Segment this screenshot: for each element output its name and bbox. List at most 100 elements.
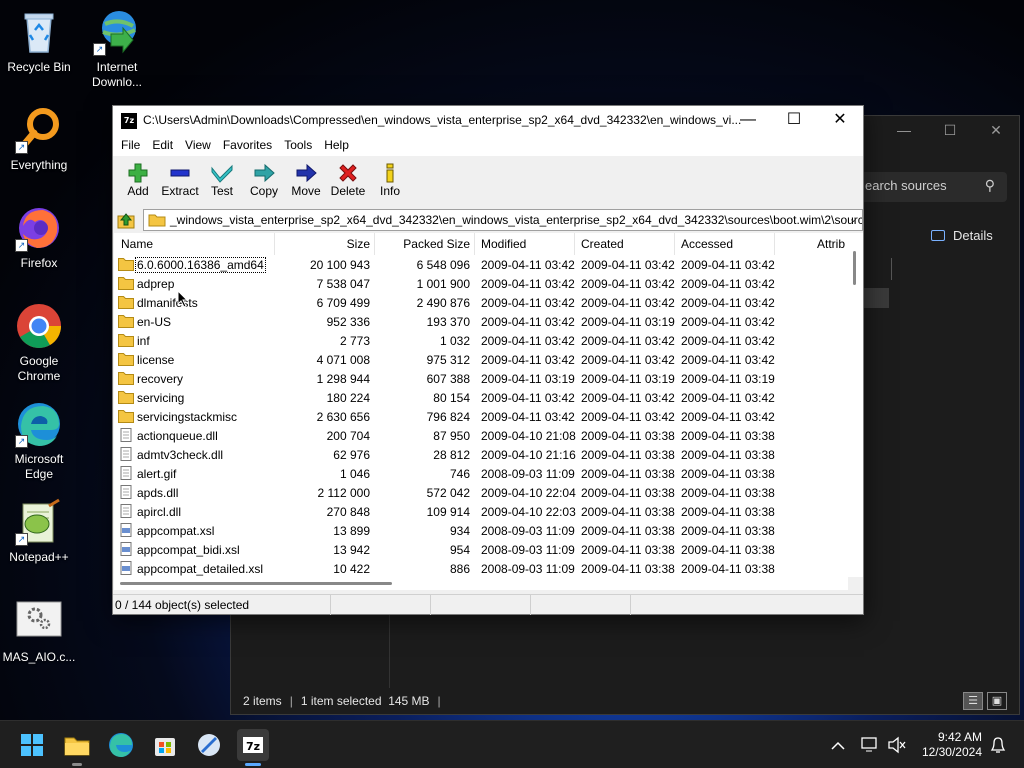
copy-label: Copy <box>249 184 278 198</box>
table-row[interactable]: admtv3check.dll 62 976 28 812 2009-04-10 21… <box>114 445 848 464</box>
table-row[interactable]: alert.gif 1 046 746 2008-09-03 11:09 2009-04… <box>114 464 848 483</box>
accessed-date: 2009-04-11 03:38 <box>681 543 775 557</box>
scroll-thumb[interactable] <box>853 251 856 285</box>
table-row[interactable]: appcompat_bidi.xsl 13 942 954 2008-09-03 11… <box>114 540 848 559</box>
accessed-date: 2009-04-11 03:42 <box>681 315 775 329</box>
table-row[interactable]: appcompat.xsl 13 899 934 2008-09-03 11:09 20… <box>114 521 848 540</box>
menu-favorites[interactable]: Favorites <box>217 136 278 156</box>
table-row[interactable]: adprep 7 538 047 1 001 900 2009-04-11 03:42… <box>114 274 848 293</box>
info-icon <box>369 162 411 184</box>
volume-muted-icon[interactable] <box>886 721 906 768</box>
table-row[interactable]: servicingstackmisc 2 630 656 796 824 2009-0… <box>114 407 848 426</box>
folder-icon <box>118 352 134 366</box>
maximize-button[interactable]: ☐ <box>927 122 973 139</box>
add-button[interactable]: Add <box>117 156 159 208</box>
system-clock[interactable]: 9:42 AM 12/30/2024 <box>916 730 982 760</box>
file-list[interactable]: Name Size Packed Size Modified Created A… <box>114 233 848 577</box>
close-button[interactable]: ✕ <box>817 106 863 136</box>
menu-help[interactable]: Help <box>318 136 355 156</box>
taskbar-internet-download-manager[interactable] <box>193 729 225 761</box>
menu-edit[interactable]: Edit <box>146 136 179 156</box>
tiles-view-icon[interactable]: ▣ <box>987 692 1007 710</box>
accessed-date: 2009-04-11 03:19 <box>681 372 775 386</box>
file-size: 6 709 499 <box>316 296 370 310</box>
shortcut-arrow-icon: ↗ <box>15 141 28 154</box>
table-row[interactable]: appcompat_detailed.xsl 10 422 886 2008-09-0… <box>114 559 848 577</box>
table-row[interactable]: actionqueue.dll 200 704 87 950 2009-04-10 2… <box>114 426 848 445</box>
minimize-button[interactable]: — <box>725 106 771 136</box>
minimize-button[interactable]: — <box>881 122 927 139</box>
column-header-created[interactable]: Created <box>581 237 624 251</box>
idm-globe-icon: ↗ <box>93 8 141 56</box>
desktop-icon-notepad-plus-plus[interactable]: ↗ Notepad++ <box>0 498 78 565</box>
file-size: 270 848 <box>326 505 370 519</box>
7zip-file-manager-window[interactable]: 7z C:\Users\Admin\Downloads\Compressed\e… <box>112 105 864 615</box>
start-button[interactable] <box>16 729 48 761</box>
horizontal-scrollbar[interactable] <box>114 577 848 590</box>
delete-button[interactable]: Delete <box>327 156 369 208</box>
table-row[interactable]: servicing 180 224 80 154 2009-04-11 03:42 20… <box>114 388 848 407</box>
address-path-field[interactable]: _windows_vista_enterprise_sp2_x64_dvd_34… <box>143 209 863 231</box>
desktop-icon-google-chrome[interactable]: Google Chrome <box>0 302 78 384</box>
table-row[interactable]: apircl.dll 270 848 109 914 2009-04-10 22:03… <box>114 502 848 521</box>
table-row[interactable]: 6.0.6000.16386_amd64 20 100 943 6 548 096 2… <box>114 255 848 274</box>
table-row[interactable]: license 4 071 008 975 312 2009-04-11 03:42 2… <box>114 350 848 369</box>
desktop-icon-internet-download-manager[interactable]: ↗ Internet Downlo... <box>78 8 156 90</box>
table-row[interactable]: dlmanifests 6 709 499 2 490 876 2009-04-11 … <box>114 293 848 312</box>
vertical-scrollbar[interactable] <box>848 233 863 577</box>
chevron-down-icon[interactable]: ⌄ <box>849 212 858 225</box>
up-folder-icon[interactable] <box>117 211 135 229</box>
taskbar-microsoft-store[interactable] <box>149 729 181 761</box>
explorer-search-box[interactable]: earch sources ⚲ <box>859 172 1007 202</box>
folder-icon <box>118 409 134 423</box>
menu-view[interactable]: View <box>179 136 217 156</box>
chrome-icon <box>15 302 63 350</box>
details-pane-button[interactable]: Details <box>931 228 993 243</box>
title-bar[interactable]: 7z C:\Users\Admin\Downloads\Compressed\e… <box>113 106 863 136</box>
file-icon <box>118 466 134 480</box>
file-name: appcompat_bidi.xsl <box>137 543 240 557</box>
move-button[interactable]: Move <box>285 156 327 208</box>
column-header-modified[interactable]: Modified <box>481 237 526 251</box>
info-button[interactable]: Info <box>369 156 411 208</box>
file-size: 4 071 008 <box>316 353 370 367</box>
file-size: 952 336 <box>326 315 370 329</box>
column-header-name[interactable]: Name <box>121 237 153 251</box>
taskbar-7zip[interactable]: 7z <box>237 729 269 766</box>
table-row[interactable]: apds.dll 2 112 000 572 042 2009-04-10 22:04… <box>114 483 848 502</box>
scroll-thumb[interactable] <box>120 582 392 585</box>
table-row[interactable]: en-US 952 336 193 370 2009-04-11 03:42 2009-… <box>114 312 848 331</box>
search-icon[interactable]: ⚲ <box>985 177 995 194</box>
desktop-icon-everything[interactable]: ↗ Everything <box>0 106 78 173</box>
file-icon <box>118 428 134 442</box>
column-header-size[interactable]: Size <box>347 237 370 251</box>
menu-file[interactable]: File <box>115 136 146 156</box>
network-icon[interactable] <box>860 721 880 768</box>
close-button[interactable]: ✕ <box>973 122 1019 139</box>
bell-icon <box>990 737 1006 753</box>
column-header-packed-size[interactable]: Packed Size <box>403 237 470 251</box>
column-header-accessed[interactable]: Accessed <box>681 237 733 251</box>
desktop-icon-firefox[interactable]: ↗ Firefox <box>0 204 78 271</box>
table-row[interactable]: recovery 1 298 944 607 388 2009-04-11 03:19… <box>114 369 848 388</box>
details-view-icon[interactable]: ☰ <box>963 692 983 710</box>
accessed-date: 2009-04-11 03:38 <box>681 524 775 538</box>
file-name: appcompat_detailed.xsl <box>137 562 264 576</box>
column-header-attrib[interactable]: Attrib <box>817 237 845 251</box>
copy-button[interactable]: Copy <box>243 156 285 208</box>
taskbar-file-explorer[interactable] <box>61 729 93 766</box>
desktop-icon-mas-aio[interactable]: MAS_AIO.c... <box>0 598 78 665</box>
desktop-icon-microsoft-edge[interactable]: ↗ Microsoft Edge <box>0 400 78 482</box>
table-row[interactable]: inf 2 773 1 032 2009-04-11 03:42 2009-04-11 … <box>114 331 848 350</box>
notifications-icon[interactable] <box>988 721 1008 768</box>
taskbar-edge[interactable] <box>105 729 137 761</box>
maximize-button[interactable]: ☐ <box>771 106 817 136</box>
test-button[interactable]: Test <box>201 156 243 208</box>
show-hidden-icons[interactable] <box>828 721 848 768</box>
desktop-icon-recycle-bin[interactable]: Recycle Bin <box>0 8 78 75</box>
extract-button[interactable]: Extract <box>159 156 201 208</box>
modified-date: 2008-09-03 11:09 <box>481 467 575 481</box>
folder-icon <box>118 390 134 404</box>
menu-tools[interactable]: Tools <box>278 136 318 156</box>
explorer-selected-row[interactable] <box>861 288 889 308</box>
